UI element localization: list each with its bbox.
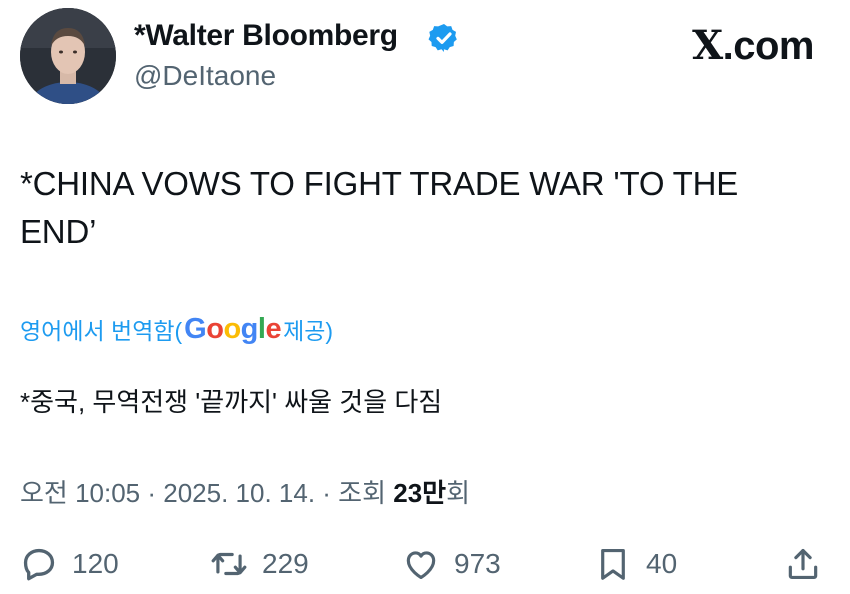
translation-prefix: 영어에서 번역함( — [20, 318, 183, 344]
like-button[interactable]: 973 — [402, 540, 501, 588]
source-brand-logo: X.com — [692, 22, 814, 69]
reply-button[interactable]: 120 — [20, 540, 119, 588]
like-icon — [406, 551, 436, 580]
source-brand-suffix: .com — [722, 24, 815, 68]
google-logo: Google — [184, 312, 282, 345]
translation-suffix: 제공) — [283, 318, 334, 344]
x-logo-letter: X — [692, 22, 723, 69]
bookmark-button[interactable]: 40 — [594, 540, 677, 588]
meta-separator: · — [140, 478, 164, 508]
share-icon — [788, 548, 818, 580]
avatar-image — [20, 8, 116, 104]
share-button[interactable] — [784, 540, 822, 588]
bookmark-count: 40 — [646, 548, 678, 579]
tweet-meta: 오전 10:05 · 2025. 10. 14. · 조회 23만회 — [20, 473, 470, 510]
handle[interactable]: @DeItaone — [134, 60, 276, 92]
display-name[interactable]: *Walter Bloomberg — [134, 19, 398, 53]
action-bar: 120 229 973 40 — [0, 540, 850, 588]
bookmark-icon — [601, 548, 625, 580]
tweet-text: *CHINA VOWS TO FIGHT TRADE WAR 'TO THE E… — [20, 165, 739, 250]
meta-separator: · — [315, 478, 339, 508]
views-count: 23만 — [393, 478, 447, 508]
avatar[interactable] — [20, 8, 116, 104]
like-count: 973 — [454, 548, 501, 579]
repost-count: 229 — [262, 548, 309, 579]
reply-count: 120 — [72, 548, 119, 579]
translation-notice[interactable]: 영어에서 번역함( Google 제공) — [20, 312, 333, 346]
views-suffix: 회 — [446, 478, 471, 508]
verified-badge-icon[interactable] — [428, 22, 460, 54]
tweet-time[interactable]: 오전 10:05 — [20, 478, 140, 508]
tweet-date[interactable]: 2025. 10. 14. — [163, 478, 315, 508]
translated-text: *중국, 무역전쟁 '끝까지' 싸울 것을 다짐 — [20, 387, 443, 417]
repost-icon — [211, 552, 247, 576]
views-label: 조회 — [338, 478, 394, 508]
reply-icon — [23, 548, 55, 581]
repost-button[interactable]: 229 — [210, 540, 309, 588]
